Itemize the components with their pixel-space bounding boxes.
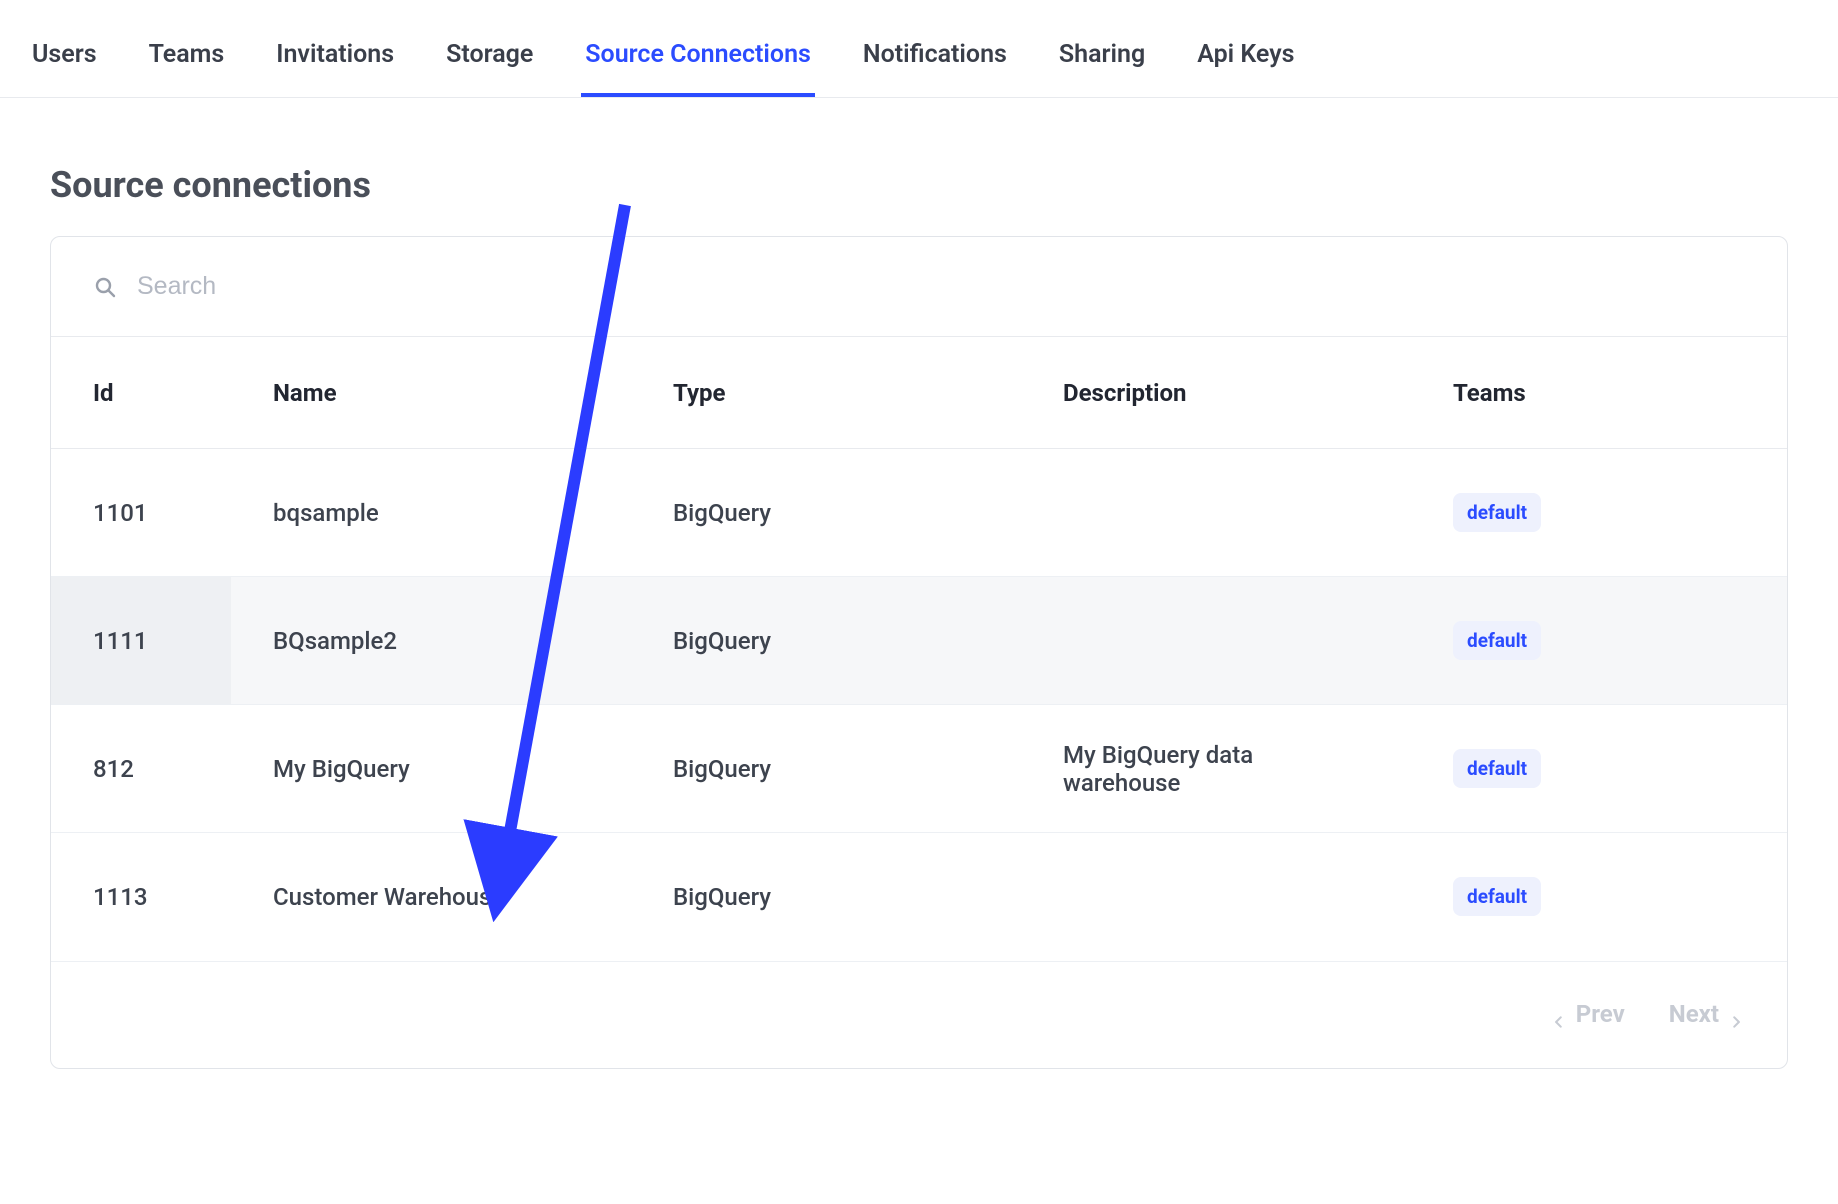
- cell-name: BQsample2: [231, 577, 631, 705]
- cell-type: BigQuery: [631, 705, 1021, 833]
- tab-notifications[interactable]: Notifications: [859, 28, 1011, 97]
- chevron-left-icon: [1552, 1007, 1566, 1021]
- tab-invitations[interactable]: Invitations: [272, 28, 398, 97]
- next-label: Next: [1669, 1000, 1719, 1028]
- source-connections-card: Id Name Type Description Teams 1101 bqsa…: [50, 236, 1788, 1069]
- team-badge[interactable]: default: [1453, 493, 1541, 532]
- cell-teams: default: [1411, 577, 1787, 705]
- cell-id: 1111: [51, 577, 231, 705]
- cell-type: BigQuery: [631, 449, 1021, 577]
- next-button[interactable]: Next: [1669, 1000, 1743, 1028]
- col-header-name[interactable]: Name: [231, 337, 631, 449]
- col-header-id[interactable]: Id: [51, 337, 231, 449]
- connections-table: Id Name Type Description Teams 1101 bqsa…: [51, 336, 1787, 961]
- tab-teams[interactable]: Teams: [145, 28, 229, 97]
- search-input[interactable]: [135, 271, 1745, 302]
- cell-type: BigQuery: [631, 833, 1021, 961]
- cell-id: 812: [51, 705, 231, 833]
- cell-name: Customer Warehouse: [231, 833, 631, 961]
- cell-teams: default: [1411, 833, 1787, 961]
- admin-tabbar: Users Teams Invitations Storage Source C…: [0, 0, 1838, 98]
- cell-teams: default: [1411, 705, 1787, 833]
- cell-id: 1113: [51, 833, 231, 961]
- cell-teams: default: [1411, 449, 1787, 577]
- table-row[interactable]: 1101 bqsample BigQuery default: [51, 449, 1787, 577]
- col-header-description[interactable]: Description: [1021, 337, 1411, 449]
- cell-description: My BigQuery data warehouse: [1021, 705, 1411, 833]
- team-badge[interactable]: default: [1453, 749, 1541, 788]
- page-title: Source connections: [0, 122, 1838, 206]
- table-row[interactable]: 1111 BQsample2 BigQuery default: [51, 577, 1787, 705]
- table-row[interactable]: 1113 Customer Warehouse BigQuery default: [51, 833, 1787, 961]
- cell-description: [1021, 449, 1411, 577]
- col-header-type[interactable]: Type: [631, 337, 1021, 449]
- prev-label: Prev: [1576, 1000, 1625, 1028]
- tab-users[interactable]: Users: [28, 28, 101, 97]
- search-row: [51, 237, 1787, 336]
- team-badge[interactable]: default: [1453, 621, 1541, 660]
- table-row[interactable]: 812 My BigQuery BigQuery My BigQuery dat…: [51, 705, 1787, 833]
- cell-name: bqsample: [231, 449, 631, 577]
- col-header-teams[interactable]: Teams: [1411, 337, 1787, 449]
- cell-id: 1101: [51, 449, 231, 577]
- table-header-row: Id Name Type Description Teams: [51, 337, 1787, 449]
- tab-storage[interactable]: Storage: [442, 28, 537, 97]
- tab-api-keys[interactable]: Api Keys: [1193, 28, 1298, 97]
- cell-name: My BigQuery: [231, 705, 631, 833]
- search-icon: [93, 275, 117, 299]
- prev-button[interactable]: Prev: [1552, 1000, 1625, 1028]
- team-badge[interactable]: default: [1453, 877, 1541, 916]
- tab-source-connections[interactable]: Source Connections: [581, 28, 815, 97]
- cell-type: BigQuery: [631, 577, 1021, 705]
- cell-description: [1021, 833, 1411, 961]
- tab-sharing[interactable]: Sharing: [1055, 28, 1149, 97]
- pagination: Prev Next: [51, 961, 1787, 1068]
- chevron-right-icon: [1729, 1007, 1743, 1021]
- cell-description: [1021, 577, 1411, 705]
